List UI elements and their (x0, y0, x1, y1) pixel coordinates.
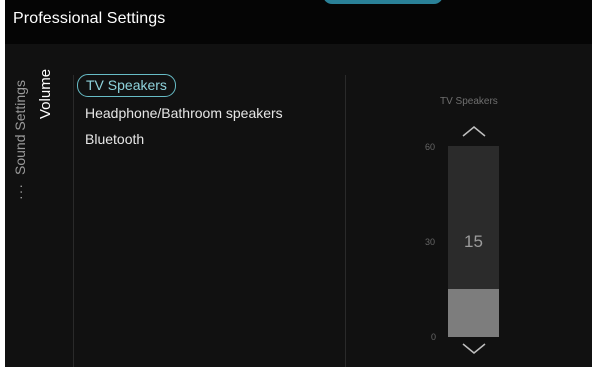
divider-right (345, 75, 346, 367)
header-accent-decoration (323, 0, 443, 4)
divider-left (73, 75, 74, 367)
breadcrumb-parent[interactable]: ··· Sound Settings (12, 80, 28, 200)
volume-value: 15 (464, 232, 483, 251)
more-dots-icon: ··· (12, 183, 28, 200)
volume-slider-track[interactable]: 15 (448, 146, 499, 337)
tick-label-max: 60 (425, 142, 436, 152)
slider-title: TV Speakers (440, 96, 498, 107)
tick-label-mid: 30 (425, 237, 436, 247)
menu-item-bluetooth[interactable]: Bluetooth (85, 131, 144, 147)
breadcrumb-current[interactable]: Volume (37, 69, 54, 119)
breadcrumb-parent-label: Sound Settings (12, 80, 28, 175)
page-title: Professional Settings (13, 10, 166, 27)
volume-slider-fill (448, 289, 499, 337)
chevron-up-icon[interactable] (462, 125, 486, 137)
menu-item-tv-speakers[interactable]: TV Speakers (77, 74, 176, 97)
chevron-down-icon[interactable] (462, 343, 486, 355)
menu-item-headphone-bathroom-speakers[interactable]: Headphone/Bathroom speakers (85, 105, 283, 121)
tick-label-min: 0 (431, 332, 437, 342)
